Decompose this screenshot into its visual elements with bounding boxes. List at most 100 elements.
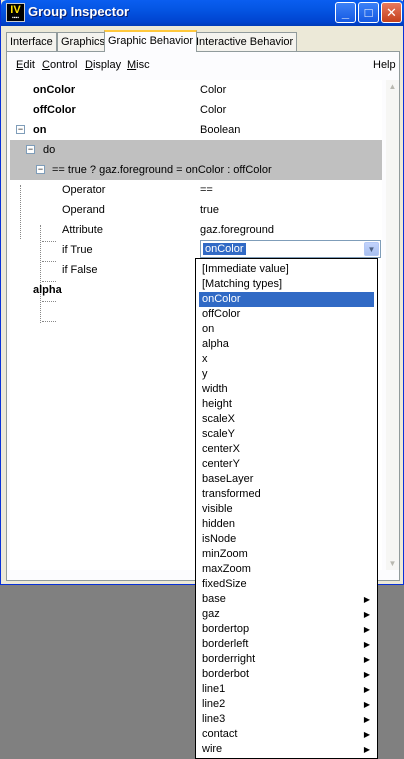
dropdown-option[interactable]: fixedSize — [199, 577, 374, 592]
option-label: minZoom — [202, 548, 248, 560]
tree-connector — [42, 321, 56, 322]
title-bar[interactable]: IV ▪▪▪▪ Group Inspector _ □ ✕ — [1, 0, 404, 26]
option-label: line1 — [202, 683, 226, 695]
tree-row-offcolor[interactable]: offColor Color — [10, 100, 382, 120]
select-value: onColor — [203, 243, 246, 255]
dropdown-option[interactable]: bordertop ▶ — [199, 622, 374, 637]
variable-name: on — [33, 124, 47, 136]
option-label: scaleX — [202, 413, 236, 425]
dropdown-option[interactable]: [Matching types] — [199, 277, 374, 292]
dropdown-option[interactable]: borderleft ▶ — [199, 637, 374, 652]
collapse-icon[interactable]: − — [16, 125, 25, 134]
option-label: baseLayer — [202, 473, 254, 485]
dropdown-option[interactable]: offColor — [199, 307, 374, 322]
tree-connector — [42, 301, 56, 302]
option-label: gaz — [202, 608, 220, 620]
submenu-arrow-icon: ▶ — [363, 685, 370, 694]
dropdown-option[interactable]: on — [199, 322, 374, 337]
field-label: if False — [62, 264, 98, 276]
tree-row-oncolor[interactable]: onColor Color — [10, 80, 382, 100]
dropdown-option[interactable]: onColor — [199, 292, 374, 307]
dropdown-option[interactable]: gaz ▶ — [199, 607, 374, 622]
field-value: true — [200, 204, 219, 216]
option-label: [Immediate value] — [202, 263, 289, 275]
dropdown-option[interactable]: maxZoom — [199, 562, 374, 577]
scroll-up-icon[interactable]: ▲ — [386, 80, 399, 93]
option-label: borderbot — [202, 668, 250, 680]
minimize-button[interactable]: _ — [335, 2, 356, 23]
expression-text: == true ? gaz.foreground = onColor : off… — [52, 164, 272, 176]
tree-row-operand[interactable]: Operand true — [10, 200, 382, 220]
variable-type: Boolean — [200, 124, 241, 136]
app-logo-icon: IV ▪▪▪▪ — [6, 3, 25, 22]
dropdown-option[interactable]: y — [199, 367, 374, 382]
option-label: on — [202, 323, 215, 335]
maximize-button[interactable]: □ — [358, 2, 379, 23]
dropdown-option[interactable]: x — [199, 352, 374, 367]
tree-row-expression[interactable]: − == true ? gaz.foreground = onColor : o… — [10, 160, 382, 180]
chevron-down-icon[interactable]: ▼ — [364, 242, 379, 256]
option-label: alpha — [202, 338, 229, 350]
collapse-icon[interactable]: − — [36, 165, 45, 174]
dropdown-option[interactable]: hidden — [199, 517, 374, 532]
menu-edit[interactable]: Edit — [16, 59, 35, 71]
node-name: do — [43, 144, 56, 156]
dropdown-option[interactable]: borderbot ▶ — [199, 667, 374, 682]
dropdown-option[interactable]: contact ▶ — [199, 727, 374, 742]
dropdown-option[interactable]: transformed — [199, 487, 374, 502]
menu-help[interactable]: Help — [373, 59, 396, 71]
dropdown-option[interactable]: isNode — [199, 532, 374, 547]
dropdown-option[interactable]: centerX — [199, 442, 374, 457]
option-label: isNode — [202, 533, 237, 545]
menu-control[interactable]: Control — [42, 59, 77, 71]
option-label: y — [202, 368, 208, 380]
option-label: maxZoom — [202, 563, 251, 575]
variable-type: Color — [200, 104, 227, 116]
dropdown-option[interactable]: borderright ▶ — [199, 652, 374, 667]
dropdown-option[interactable]: width — [199, 382, 374, 397]
tree-row-operator[interactable]: Operator == — [10, 180, 382, 200]
dropdown-option[interactable]: scaleY — [199, 427, 374, 442]
dropdown-option[interactable]: alpha — [199, 337, 374, 352]
dropdown-option[interactable]: height — [199, 397, 374, 412]
tab-strip: Interface Graphics Graphic Behavior Inte… — [6, 30, 400, 52]
option-label: fixedSize — [202, 578, 247, 590]
dropdown-option[interactable]: wire ▶ — [199, 742, 374, 757]
dropdown-option[interactable]: line2 ▶ — [199, 697, 374, 712]
dropdown-option[interactable]: line3 ▶ — [199, 712, 374, 727]
dropdown-option[interactable]: centerY — [199, 457, 374, 472]
if-true-dropdown-list[interactable]: [Immediate value] [Matching types] onColor… — [195, 258, 378, 759]
option-label: line2 — [202, 698, 226, 710]
tree-row-on[interactable]: − on Boolean — [10, 120, 382, 140]
dropdown-option[interactable]: minZoom — [199, 547, 374, 562]
submenu-arrow-icon: ▶ — [363, 700, 370, 709]
if-true-select[interactable]: onColor ▼ — [200, 240, 381, 258]
close-button[interactable]: ✕ — [381, 2, 402, 23]
dropdown-option[interactable]: base ▶ — [199, 592, 374, 607]
tab-interface[interactable]: Interface — [6, 32, 57, 51]
scroll-down-icon[interactable]: ▼ — [386, 557, 399, 570]
dropdown-option[interactable]: baseLayer — [199, 472, 374, 487]
dropdown-option[interactable]: scaleX — [199, 412, 374, 427]
field-label: Operand — [62, 204, 105, 216]
submenu-arrow-icon: ▶ — [363, 670, 370, 679]
collapse-icon[interactable]: − — [26, 145, 35, 154]
tab-graphics[interactable]: Graphics — [57, 32, 110, 51]
tree-row-attribute[interactable]: Attribute gaz.foreground — [10, 220, 382, 240]
vertical-scrollbar[interactable]: ▲ ▼ — [386, 80, 399, 570]
tab-graphic-behavior[interactable]: Graphic Behavior — [104, 30, 197, 52]
menu-misc[interactable]: Misc — [127, 59, 150, 71]
option-label: borderleft — [202, 638, 249, 650]
option-label: line3 — [202, 713, 226, 725]
variable-name: alpha — [33, 284, 62, 296]
dropdown-option[interactable]: [Immediate value] — [199, 262, 374, 277]
option-label: borderright — [202, 653, 256, 665]
submenu-arrow-icon: ▶ — [363, 655, 370, 664]
tab-interactive-behavior[interactable]: Interactive Behavior — [192, 32, 298, 51]
menu-display[interactable]: Display — [85, 59, 121, 71]
dropdown-option[interactable]: line1 ▶ — [199, 682, 374, 697]
field-value: gaz.foreground — [200, 224, 274, 236]
submenu-arrow-icon: ▶ — [363, 730, 370, 739]
dropdown-option[interactable]: visible — [199, 502, 374, 517]
tree-row-do[interactable]: − do — [10, 140, 382, 160]
